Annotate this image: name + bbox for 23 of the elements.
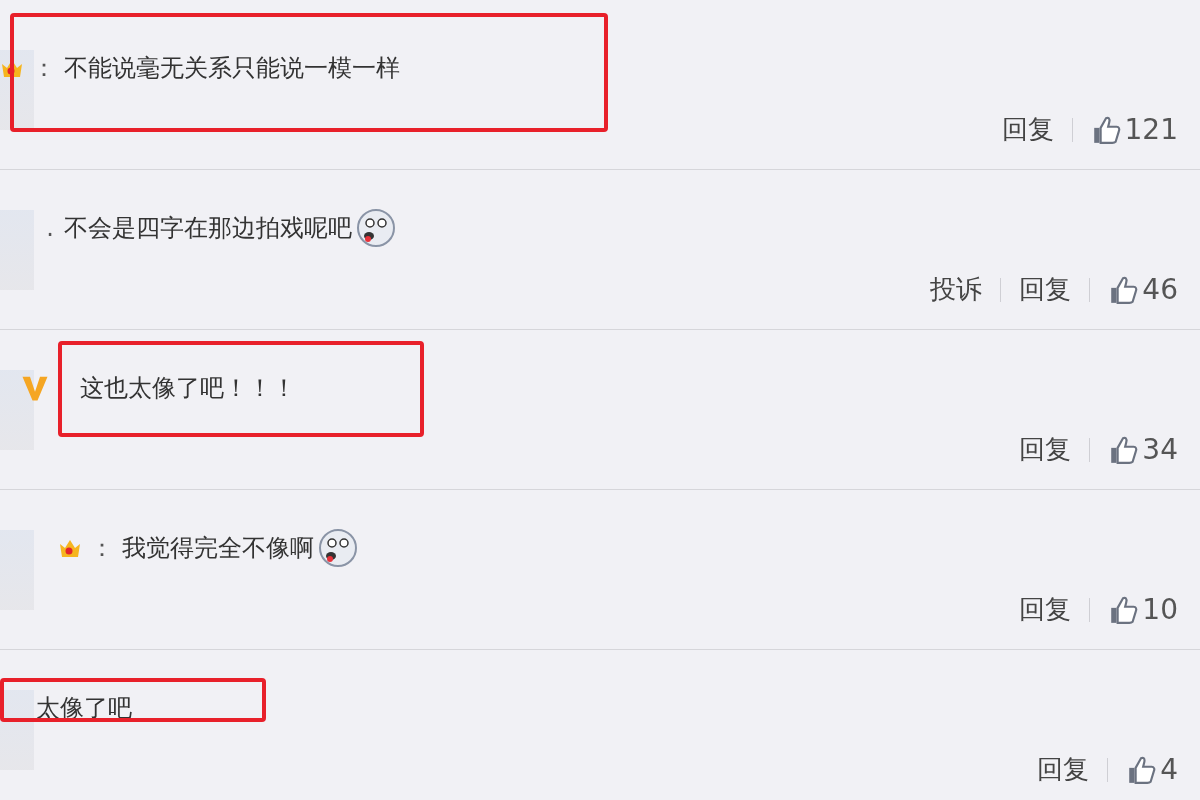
action-link[interactable]: 回复 [1037, 752, 1090, 787]
like-button[interactable]: 4 [1126, 753, 1178, 786]
action-link[interactable]: 投诉 [930, 272, 983, 307]
comment-text: 我觉得完全不像啊 [122, 533, 314, 564]
comment-text: 不会是四字在那边拍戏呢吧 [64, 213, 352, 244]
name-separator: ： [31, 53, 57, 84]
like-button[interactable]: 121 [1090, 113, 1178, 146]
thumbs-up-icon [1126, 754, 1157, 785]
comment-text: 太像了吧 [36, 693, 132, 724]
action-link[interactable]: 回复 [1019, 272, 1072, 307]
like-button[interactable]: 46 [1108, 273, 1178, 306]
comment-text: 不能说毫无关系只能说一模一样 [64, 53, 400, 84]
like-button[interactable]: 10 [1108, 593, 1178, 626]
action-link[interactable]: 回复 [1019, 432, 1072, 467]
thumbs-up-icon [1108, 594, 1139, 625]
like-button[interactable]: 34 [1108, 433, 1178, 466]
action-link[interactable]: 回复 [1019, 592, 1072, 627]
comment-text: 这也太像了吧！！！ [80, 373, 296, 404]
thumbs-up-icon [1108, 274, 1139, 305]
name-separator: . [45, 214, 55, 242]
action-link[interactable]: 回复 [1001, 112, 1054, 147]
thumbs-up-icon [1108, 434, 1139, 465]
name-separator: ： [89, 533, 115, 564]
